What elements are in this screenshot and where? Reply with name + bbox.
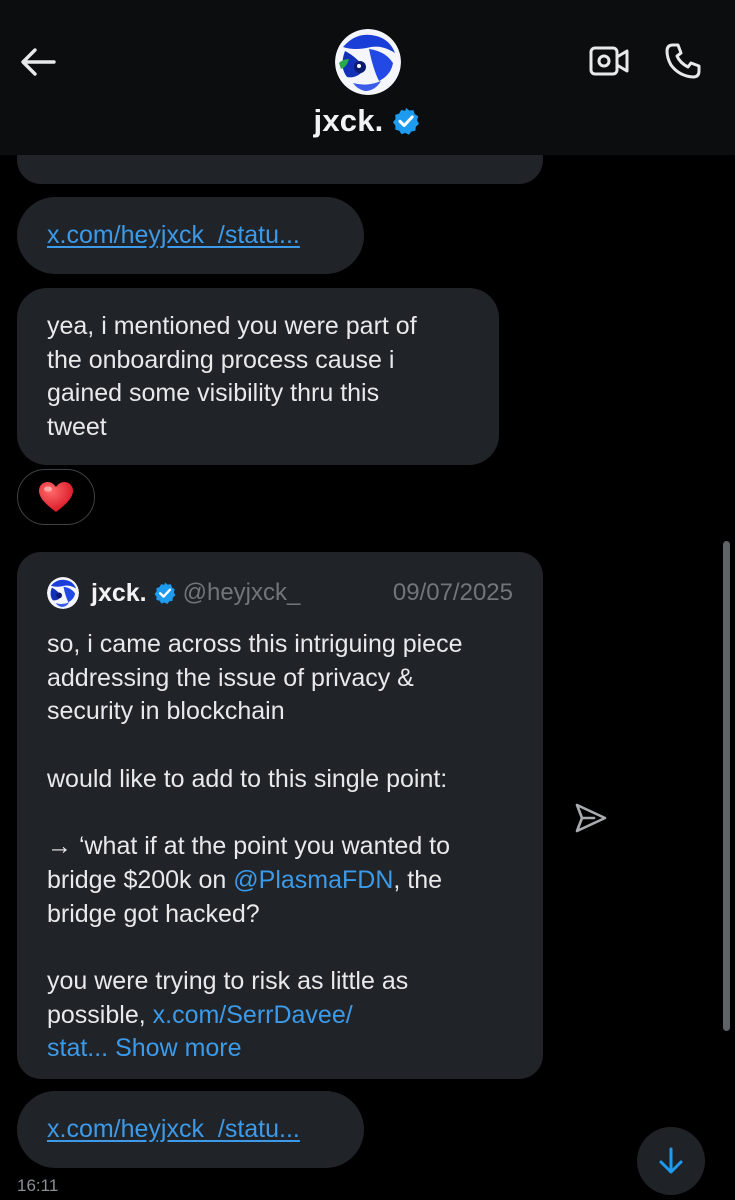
quoted-post-line: so, i came across this intriguing piece	[47, 630, 463, 658]
message-text-line: tweet	[47, 412, 107, 441]
quoted-post-line: security in blockchain	[47, 697, 285, 726]
link-message-bubble[interactable]: x.com/heyjxck_/statu...	[17, 1091, 364, 1168]
contact-name: jxck.	[313, 103, 384, 138]
message-text-line: gained some visibility thru this	[47, 379, 380, 407]
quoted-post-avatar	[47, 577, 79, 609]
quoted-post-line: addressing the issue of privacy &	[47, 663, 414, 692]
message-link[interactable]: x.com/heyjxck_/statu...	[47, 1113, 300, 1147]
quoted-post-header: jxck. @heyjxck_ 09/07/2025	[47, 574, 513, 612]
send-icon	[575, 803, 607, 833]
quoted-post-text-span: , the	[393, 865, 443, 894]
video-call-icon	[589, 46, 629, 76]
quoted-post-line: you were trying to risk as little as	[47, 967, 409, 996]
quoted-post-text-span: bridge $200k on	[47, 865, 234, 894]
back-button[interactable]	[14, 40, 62, 84]
reaction-pill[interactable]	[17, 469, 95, 525]
quoted-post-text-span: possible,	[47, 1000, 153, 1029]
share-post-button[interactable]	[569, 796, 613, 840]
quoted-post-card[interactable]: jxck. @heyjxck_ 09/07/2025 so, i came ac…	[17, 552, 543, 1079]
avatar-image	[335, 29, 401, 95]
show-more-link[interactable]: Show more	[115, 1034, 241, 1062]
arrow-left-icon	[21, 48, 56, 76]
quoted-post-line: bridge got hacked?	[47, 899, 260, 928]
quoted-post-handle: @heyjxck_	[182, 579, 301, 606]
quoted-post-line: stat... Show more	[47, 1032, 513, 1066]
quoted-post-line: bridge $200k on @PlasmaFDN, the	[47, 864, 513, 898]
scrollbar-thumb[interactable]	[723, 541, 730, 1031]
arrow-down-icon	[659, 1147, 683, 1174]
phone-call-button[interactable]	[658, 38, 708, 84]
quoted-post-text: so, i came across this intriguing piece …	[47, 628, 513, 1066]
phone-call-icon	[665, 43, 701, 79]
message-timestamp: 16:11	[17, 1176, 59, 1195]
scroll-to-bottom-button[interactable]	[637, 1127, 705, 1195]
quoted-post-line: → ‘what if at the point you wanted to	[47, 832, 451, 861]
inline-url-link[interactable]: x.com/SerrDavee/	[153, 1001, 353, 1029]
text-message-bubble[interactable]: yea, i mentioned you were part of the on…	[17, 288, 499, 465]
avatar-image	[47, 577, 79, 609]
quoted-post-line: would like to add to this single point:	[47, 764, 448, 793]
contact-name-row[interactable]: jxck.	[0, 103, 735, 139]
message-link[interactable]: x.com/heyjxck_/statu...	[47, 219, 300, 253]
dm-conversation-screen: jxck. x.com/heyjxck_/statu... yea, i men…	[0, 0, 735, 1200]
contact-avatar[interactable]	[335, 29, 401, 95]
inline-url-link[interactable]: stat...	[47, 1034, 108, 1062]
conversation-header: jxck.	[0, 0, 735, 155]
message-text-line: yea, i mentioned you were part of	[47, 312, 417, 340]
quoted-post-date: 09/07/2025	[392, 579, 513, 606]
verified-badge-icon	[393, 107, 420, 135]
red-heart-icon	[39, 482, 73, 512]
quoted-post-line: possible, x.com/SerrDavee/	[47, 999, 513, 1033]
video-call-button[interactable]	[584, 38, 634, 84]
verified-badge-icon	[154, 582, 176, 604]
link-message-bubble[interactable]: x.com/heyjxck_/statu...	[17, 197, 364, 274]
message-text-line: the onboarding process cause i	[47, 345, 395, 374]
quoted-post-author-name: jxck.	[91, 578, 147, 607]
mention-link[interactable]: @PlasmaFDN	[233, 866, 393, 894]
